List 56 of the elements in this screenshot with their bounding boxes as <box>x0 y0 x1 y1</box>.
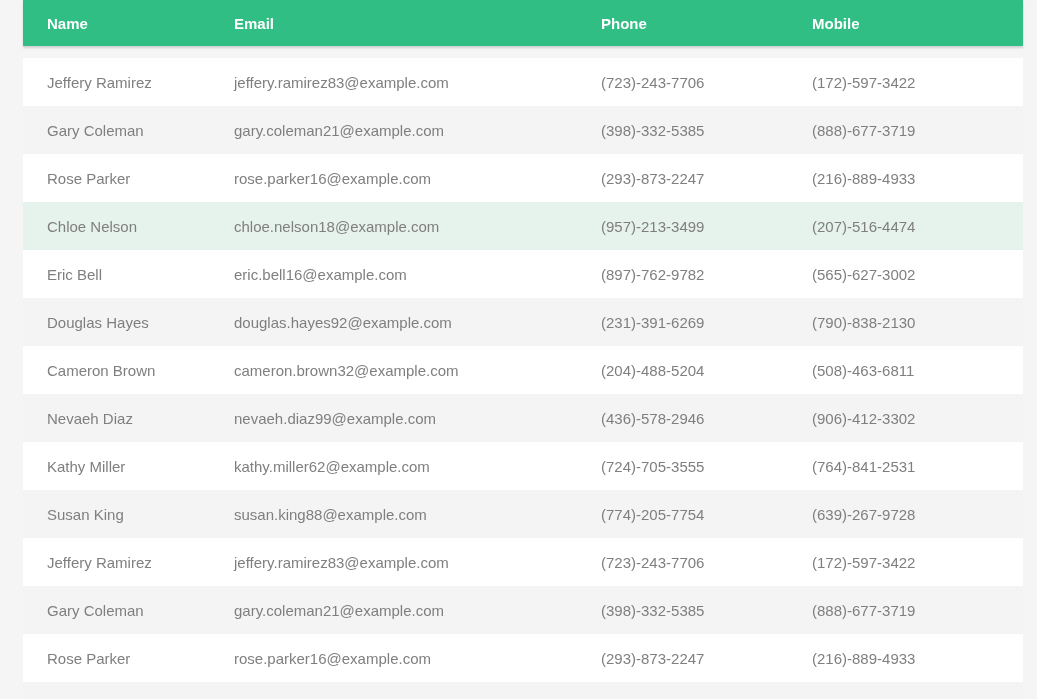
table-cell-text: chloe.nelson18@example.com <box>234 217 441 235</box>
column-header: Name <box>46 14 89 32</box>
table-cell-text: (207)-516-4474 <box>812 217 917 235</box>
table-cell-text: (888)-677-3719 <box>812 601 917 619</box>
table-cell-text: kathy.miller62@example.com <box>234 457 431 475</box>
table-cell-text: Chloe Nelson <box>46 217 139 235</box>
table-cell-text: Gary Coleman <box>46 121 145 139</box>
table-cell-text: Gary Coleman <box>46 601 145 619</box>
table-cell-text: Cameron Brown <box>46 361 157 379</box>
table-cell-text: (436)-578-2946 <box>601 409 706 427</box>
table-cell-text: (172)-597-3422 <box>812 73 917 91</box>
table-cell-text: rose.parker16@example.com <box>234 169 432 187</box>
table-cell-text: (764)-841-2531 <box>812 457 917 475</box>
table-cell-text: Susan King <box>46 505 125 523</box>
table-cell-text: douglas.hayes92@example.com <box>234 313 453 331</box>
table-cell-text: Kathy Miller <box>46 457 127 475</box>
table-cell-text: Eric Bell <box>46 265 103 283</box>
table-cell-text: Rose Parker <box>46 169 132 187</box>
table-cell-text: (957)-213-3499 <box>601 217 706 235</box>
table-cell-text: (398)-332-5385 <box>601 601 706 619</box>
table-cell-text: rose.parker16@example.com <box>234 649 432 667</box>
table-cell-text: (293)-873-2247 <box>601 169 706 187</box>
table-cell-text: (790)-838-2130 <box>812 313 917 331</box>
table-cell-text: (293)-873-2247 <box>601 649 706 667</box>
table-cell-text: (216)-889-4933 <box>812 169 917 187</box>
table-cell-text: (639)-267-9728 <box>812 505 917 523</box>
table-cell-text: Rose Parker <box>46 649 132 667</box>
table-cell-text: (398)-332-5385 <box>601 121 706 139</box>
table-cell-text: eric.bell16@example.com <box>234 265 408 283</box>
table-cell-text: Douglas Hayes <box>46 313 150 331</box>
table-cell-text: (723)-243-7706 <box>601 553 706 571</box>
column-header: Phone <box>601 14 648 32</box>
table-cell-text: (774)-205-7754 <box>601 505 706 523</box>
table-cell-text: (724)-705-3555 <box>601 457 706 475</box>
table-cell-text: jeffery.ramirez83@example.com <box>234 553 450 571</box>
table-cell-text: gary.coleman21@example.com <box>234 121 446 139</box>
table-cell-text: Jeffery Ramirez <box>46 553 153 571</box>
table-cell-text: (565)-627-3002 <box>812 265 917 283</box>
column-header: Mobile <box>812 14 861 32</box>
table-cell-text: nevaeh.diaz99@example.com <box>234 409 437 427</box>
table-cell-text: Jeffery Ramirez <box>46 73 153 91</box>
table-cell-text: (508)-463-6811 <box>812 361 916 379</box>
table-cell-text: (906)-412-3302 <box>812 409 917 427</box>
table-cell-text: (888)-677-3719 <box>812 121 917 139</box>
table-cell-text: (231)-391-6269 <box>601 313 706 331</box>
table-cell-text: gary.coleman21@example.com <box>234 601 446 619</box>
table-cell-text: jeffery.ramirez83@example.com <box>234 73 450 91</box>
table-cell-text: susan.king88@example.com <box>234 505 428 523</box>
column-header: Email <box>234 14 276 32</box>
table-cell-text: (897)-762-9782 <box>601 265 706 283</box>
table-cell-text: (723)-243-7706 <box>601 73 706 91</box>
table-cell-text: (204)-488-5204 <box>601 361 706 379</box>
table-cell-text: (216)-889-4933 <box>812 649 917 667</box>
table-cell-text: Nevaeh Diaz <box>46 409 134 427</box>
table-cell-text: (172)-597-3422 <box>812 553 917 571</box>
table-cell-text: cameron.brown32@example.com <box>234 361 460 379</box>
